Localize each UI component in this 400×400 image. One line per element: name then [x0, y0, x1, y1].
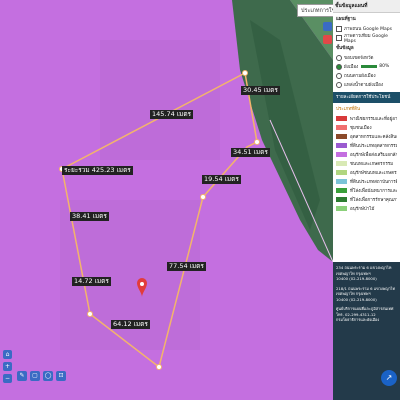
legend-swatch — [336, 161, 347, 166]
legend-swatch — [336, 170, 347, 175]
footer-line: 234 ถนนพระราม 6 แขวงพญาไท เขตพญาไท กรุงเ… — [336, 265, 392, 276]
basemap-title: แผนที่ฐาน — [336, 17, 356, 22]
total-distance-label: ระยะรวม 425.23 เมตร — [62, 166, 133, 175]
legend-label: ที่โล่งเพื่อการรักษาคุณภาพสิ่งแวดล้อม — [350, 198, 397, 203]
measurement-label: 19.54 เมตร — [202, 175, 241, 184]
measurement-label: 145.74 เมตร — [150, 110, 194, 119]
legend-swatch — [336, 125, 347, 130]
legend-label: ชนบทและเกษตรกรรม — [350, 162, 394, 167]
legend-label: ที่ดินประเภทอุตสาหกรรม — [350, 144, 397, 149]
draw-rect-icon[interactable]: ▢ — [30, 371, 40, 381]
measurement-label: 38.41 เมตร — [70, 212, 109, 221]
radio-icon[interactable] — [336, 72, 342, 79]
measurement-vertex[interactable] — [254, 139, 260, 145]
footer-line: กรมโยธาธิการและผังเมือง — [336, 317, 380, 322]
legend-item: ชุมชนเมือง — [333, 123, 400, 132]
legend-item: ที่โล่งเพื่อการรักษาคุณภาพสิ่งแวดล้อม — [333, 195, 400, 204]
home-icon[interactable]: ⌂ — [3, 350, 12, 359]
checkbox-icon[interactable] — [336, 34, 342, 41]
layer-option[interactable]: แหล่งน้ำตามผังเมือง — [333, 80, 400, 89]
opacity-slider[interactable] — [361, 65, 378, 68]
legend-item: ที่ดินประเภทสถาบันการศึกษา — [333, 177, 400, 186]
legend-swatch — [336, 197, 347, 202]
legend-label: อนุรักษ์ป่าไม้ — [350, 207, 375, 212]
layer-option[interactable]: ถนนตามผังเมือง — [333, 71, 400, 80]
radio-icon[interactable] — [336, 63, 342, 70]
map-tools-left: ⌂ + − — [3, 350, 13, 395]
legend-title: รายละเอียดการใช้ประโยชน์ที่ดินตามผังเมือ… — [333, 92, 400, 111]
footer-line: 10400 (02-219-8000) — [336, 296, 377, 302]
layer-option[interactable]: ขอบเขตจังหวัด — [333, 53, 400, 62]
legend-swatch — [336, 134, 347, 139]
building-block — [100, 40, 220, 160]
legend-swatch — [336, 152, 347, 157]
layers-icon[interactable] — [323, 22, 332, 31]
legend-label: อุตสาหกรรมและคลังสินค้า — [350, 135, 397, 140]
panel-header: ชั้นข้อมูลแผนที่ — [333, 0, 400, 13]
measurement-vertex[interactable] — [242, 70, 248, 76]
legend-label: อนุรักษ์ชนบทและเกษตรกรรม — [350, 171, 397, 176]
legend-item: ที่ดินประเภทอุตสาหกรรม — [333, 141, 400, 150]
legend-swatch — [336, 143, 347, 148]
basemap-option[interactable]: ภาพดาวเทียม Google Maps — [333, 33, 400, 44]
legend-swatch — [336, 188, 347, 193]
measurement-label: 77.54 เมตร — [167, 262, 206, 271]
legend-item: อุตสาหกรรมและคลังสินค้า — [333, 132, 400, 141]
layers-title: ชั้นข้อมูล — [336, 46, 354, 51]
layer-option[interactable]: ผังเมือง 80% — [333, 62, 400, 71]
legend-label: พาณิชยกรรมและที่อยู่อาศัย — [350, 117, 397, 122]
footer-line: 10400 (02-219-8000) — [336, 276, 377, 281]
legend-list: พาณิชยกรรมและที่อยู่อาศัยชุมชนเมืองอุตสา… — [333, 114, 400, 213]
draw-circle-icon[interactable]: ◯ — [43, 371, 53, 381]
legend-swatch — [336, 116, 347, 121]
legend-swatch — [336, 206, 347, 211]
measurement-label: 30.45 เมตร — [241, 86, 280, 95]
measurement-label: 64.12 เมตร — [111, 320, 150, 329]
legend-item: อนุรักษ์เพื่อส่งเสริมเอกลักษณ์ศิลปวัฒนธร… — [333, 150, 400, 159]
checkbox-icon[interactable] — [336, 25, 342, 32]
footer-line: 218/1 ถนนพระราม 6 แขวงพญาไท เขตพญาไท กรุ… — [336, 285, 396, 297]
measurement-label: 14.72 เมตร — [72, 277, 111, 286]
zoom-out-button[interactable]: − — [3, 374, 12, 383]
legend-label: ที่ดินประเภทสถาบันการศึกษา — [350, 180, 397, 185]
measurement-vertex[interactable] — [200, 194, 206, 200]
measurement-vertex[interactable] — [87, 311, 93, 317]
footer-line: ศูนย์บริการแผนที่และภูมิสารสนเทศ — [336, 306, 394, 311]
measure-area-icon[interactable]: ⊡ — [56, 371, 66, 381]
draw-tools: ✎ ▢ ◯ ⊡ — [17, 371, 66, 381]
info-icon[interactable] — [323, 35, 332, 44]
measurement-label: 34.51 เมตร — [231, 148, 270, 157]
legend-item: อนุรักษ์ชนบทและเกษตรกรรม — [333, 168, 400, 177]
legend-label: ที่โล่งเพื่อนันทนาการและการรักษาคุณภาพสิ… — [350, 189, 397, 194]
zoom-in-button[interactable]: + — [3, 362, 12, 371]
legend-label: ชุมชนเมือง — [350, 126, 372, 131]
legend-swatch — [336, 179, 347, 184]
radio-icon[interactable] — [336, 81, 342, 88]
legend-label: อนุรักษ์เพื่อส่งเสริมเอกลักษณ์ศิลปวัฒนธร… — [350, 153, 397, 158]
pin-dot — [140, 282, 144, 286]
legend-item: อนุรักษ์ป่าไม้ — [333, 204, 400, 213]
measurement-vertex[interactable] — [156, 364, 162, 370]
radio-icon[interactable] — [336, 54, 342, 61]
legend-item: ที่โล่งเพื่อนันทนาการและการรักษาคุณภาพสิ… — [333, 186, 400, 195]
share-button[interactable]: ↗ — [381, 370, 397, 386]
legend-item: พาณิชยกรรมและที่อยู่อาศัย — [333, 114, 400, 123]
draw-line-icon[interactable]: ✎ — [17, 371, 27, 381]
legend-item: ชนบทและเกษตรกรรม — [333, 159, 400, 168]
